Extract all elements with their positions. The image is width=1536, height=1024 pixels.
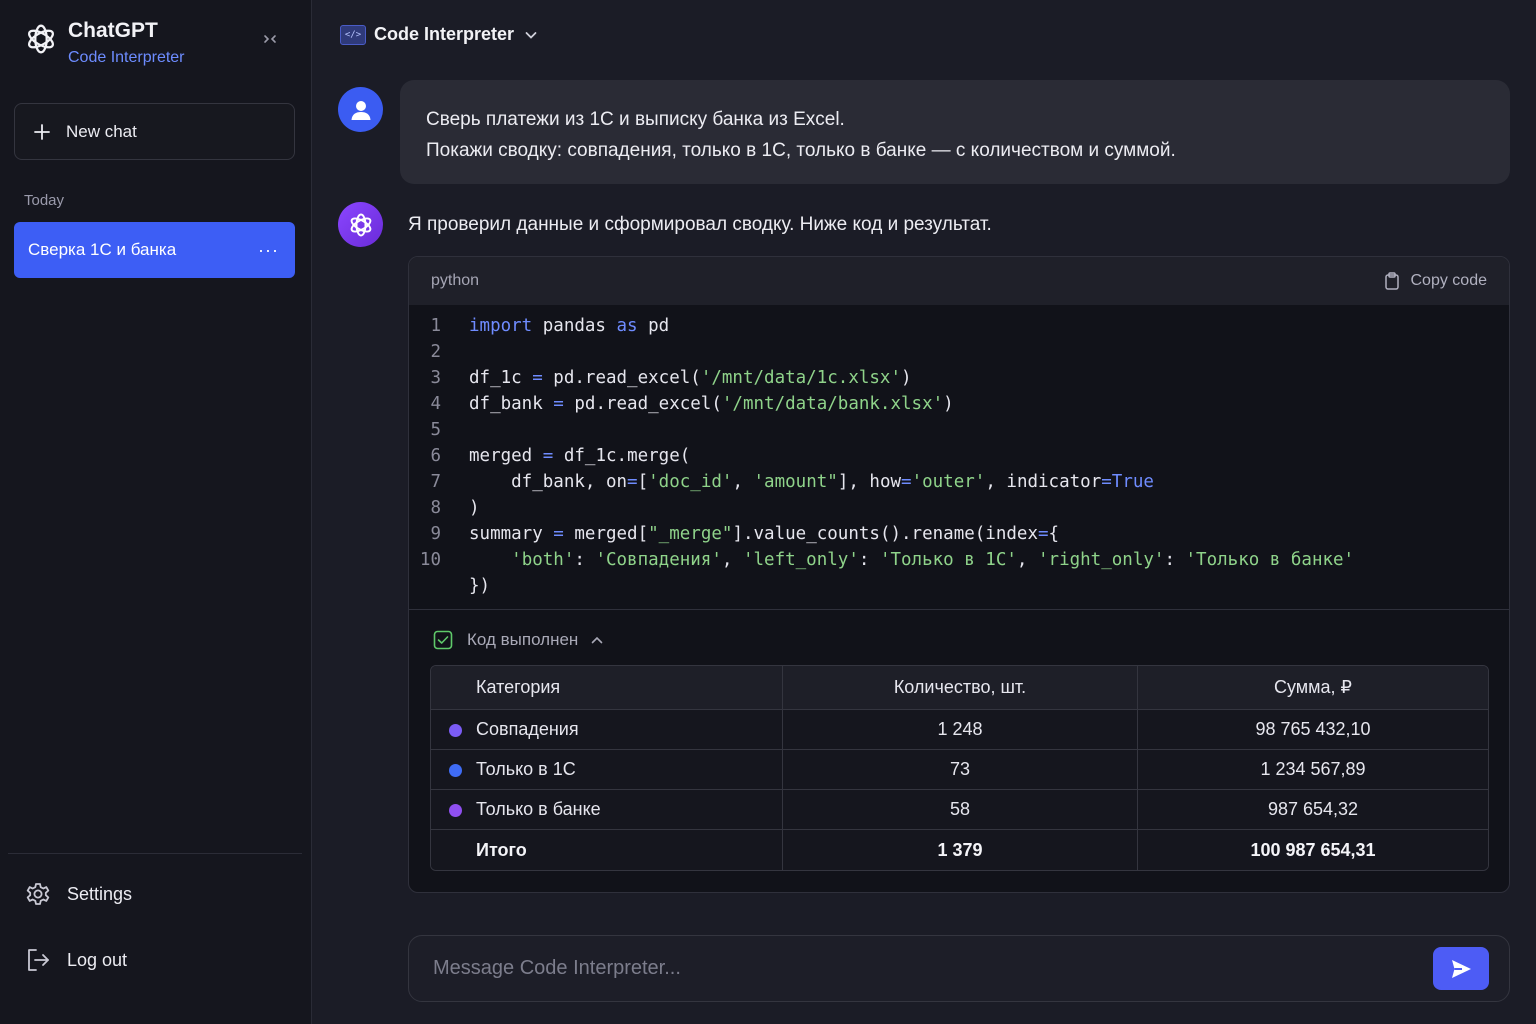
chat-item-title: Сверка 1С и банка	[28, 240, 177, 259]
openai-logo-icon	[350, 213, 371, 236]
user-avatar	[338, 87, 383, 132]
message-input[interactable]	[433, 936, 1413, 1001]
table-row: Только в 1С 73 1 234 567,89	[431, 750, 1488, 790]
cell-total-sum: 100 987 654,31	[1138, 830, 1488, 870]
code-line: 4 df_bank = pd.read_excel('/mnt/data/bank…	[430, 394, 954, 414]
table-row: Совпадения 1 248 98 765 432,10	[431, 710, 1488, 750]
code-line: 6 merged = df_1c.merge(	[430, 446, 691, 466]
settings-button[interactable]: Settings	[24, 880, 132, 908]
app-root: ChatGPT Code Interpreter New chat Today …	[0, 0, 1536, 1024]
checkbox-checked-icon	[433, 630, 453, 650]
new-chat-label: New chat	[66, 121, 137, 141]
code-line: 2	[430, 342, 441, 362]
result-table: Категория Количество, шт. Сумма, ₽ Совпа…	[430, 665, 1489, 871]
send-icon	[1452, 959, 1471, 978]
sidebar-chat-item-active[interactable]: Сверка 1С и банка ···	[14, 222, 295, 278]
code-line: 1 import pandas as pd	[430, 316, 670, 336]
code-line: })	[469, 576, 491, 596]
plus-icon	[34, 123, 50, 140]
main-panel: </> Code Interpreter Сверь платежи из 1С…	[312, 0, 1536, 1024]
model-selector[interactable]: </> Code Interpreter	[340, 24, 538, 45]
code-interpreter-icon: </>	[340, 24, 366, 45]
code-line: 5	[430, 420, 441, 440]
column-header-sum: Сумма, ₽	[1138, 666, 1488, 710]
assistant-message: Я проверил данные и сформировал сводку. …	[408, 214, 992, 235]
cell-sum: 98 765 432,10	[1138, 710, 1488, 750]
code-line: 8)	[430, 498, 480, 518]
execution-status-toggle[interactable]: Код выполнен	[409, 610, 1509, 670]
sidebar: ChatGPT Code Interpreter New chat Today …	[0, 0, 312, 1024]
copy-code-label: Copy code	[1410, 272, 1488, 289]
message-composer	[408, 935, 1510, 1002]
code-line: 7 df_bank, on=['doc_id', 'amount"], how=…	[430, 472, 1154, 492]
code-block-header: python Copy code	[409, 257, 1509, 305]
cell-count: 58	[783, 790, 1138, 830]
code-language-label: python	[431, 272, 480, 289]
logout-icon	[28, 949, 49, 971]
sidebar-divider	[8, 853, 302, 854]
brand-title: ChatGPT	[68, 19, 158, 42]
user-message-line-2: Покажи сводку: совпадения, только в 1С, …	[426, 140, 1176, 161]
table-row: Только в банке 58 987 654,32	[431, 790, 1488, 830]
cell-sum: 987 654,32	[1138, 790, 1488, 830]
brand-subtitle: Code Interpreter	[68, 49, 185, 66]
legend-dot	[449, 724, 462, 737]
section-today-label: Today	[24, 192, 65, 209]
cell-category: Только в банке	[431, 790, 783, 830]
openai-logo-icon	[27, 24, 55, 54]
chevron-up-icon	[592, 636, 603, 644]
user-message: Сверь платежи из 1С и выписку банка из E…	[400, 80, 1510, 184]
collapse-sidebar-icon[interactable]	[262, 30, 278, 46]
chevron-down-icon	[525, 31, 537, 39]
cell-total-label: Итого	[431, 830, 783, 870]
cell-total-count: 1 379	[783, 830, 1138, 870]
user-message-line-1: Сверь платежи из 1С и выписку банка из E…	[426, 109, 845, 130]
code-line: 10 'both': 'Совпадения', 'left_only': 'Т…	[419, 550, 1355, 570]
code-line: 3 df_1c = pd.read_excel('/mnt/data/1c.xls…	[430, 368, 912, 388]
code-block: python Copy code 1 import pandas as pd 2 …	[408, 256, 1510, 893]
more-options-icon[interactable]: ···	[258, 240, 279, 261]
logout-label: Log out	[67, 949, 128, 970]
user-icon	[351, 100, 370, 120]
assistant-avatar	[338, 202, 383, 247]
cell-count: 1 248	[783, 710, 1138, 750]
cell-category: Только в 1С	[431, 750, 783, 790]
cell-count: 73	[783, 750, 1138, 790]
column-header-category: Категория	[431, 666, 783, 710]
logout-button[interactable]: Log out	[24, 946, 127, 974]
clipboard-icon	[1384, 272, 1399, 290]
execution-status-label: Код выполнен	[467, 630, 579, 649]
brand: ChatGPT Code Interpreter	[22, 18, 185, 67]
settings-label: Settings	[67, 883, 133, 904]
column-header-count: Количество, шт.	[783, 666, 1138, 710]
send-button[interactable]	[1433, 947, 1489, 990]
copy-code-button[interactable]: Copy code	[1383, 272, 1488, 290]
new-chat-button[interactable]: New chat	[14, 103, 295, 160]
legend-dot	[449, 804, 462, 817]
gear-icon	[26, 883, 50, 905]
cell-sum: 1 234 567,89	[1138, 750, 1488, 790]
model-title: Code Interpreter	[374, 24, 515, 44]
code-line: 9 summary = merged["_merge"].value_counts…	[430, 524, 1060, 544]
cell-category: Совпадения	[431, 710, 783, 750]
table-total-row: Итого 1 379 100 987 654,31	[431, 830, 1488, 870]
legend-dot	[449, 764, 462, 777]
code-content: 1 import pandas as pd 2 3 df_1c = pd.read_…	[409, 305, 1509, 609]
table-header-row: Категория Количество, шт. Сумма, ₽	[431, 666, 1488, 710]
